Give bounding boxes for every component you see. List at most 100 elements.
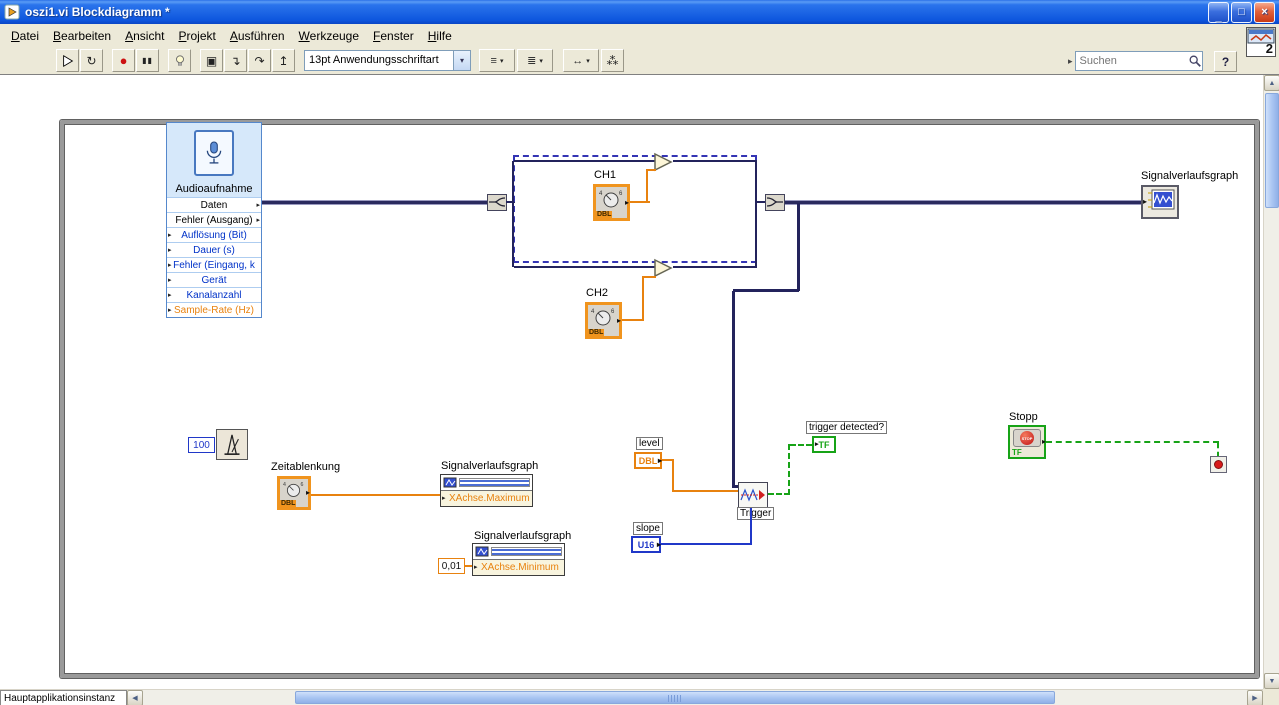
wire-struct-left[interactable] <box>512 161 514 267</box>
wire-level-b[interactable] <box>672 459 674 492</box>
scroll-up-button[interactable]: ▲ <box>1264 75 1279 91</box>
search-collapse-arrow[interactable]: ▸ <box>1068 56 1073 67</box>
vertical-scroll-thumb[interactable] <box>1265 93 1279 208</box>
distribute-objects-dropdown[interactable]: ≣ ▾ <box>517 49 553 72</box>
retain-wire-values-button[interactable]: ▣ <box>200 49 223 72</box>
menu-hilfe[interactable]: Hilfe <box>421 26 459 46</box>
audio-row-dauer[interactable]: ▸ Dauer (s) <box>167 242 261 257</box>
wire-trigdet-c[interactable] <box>790 444 812 446</box>
trigger-detected-terminal[interactable]: ▸ TF <box>812 436 836 453</box>
font-selector-caret[interactable]: ▾ <box>453 51 470 70</box>
wire-ch2-c[interactable] <box>642 276 656 278</box>
wait-ms-multiple-node[interactable] <box>216 429 248 460</box>
minimize-button[interactable]: _ <box>1208 1 1229 23</box>
pause-button[interactable]: ▮▮ <box>136 49 159 72</box>
loop-condition-terminal[interactable] <box>1210 456 1227 473</box>
split-signals-node[interactable] <box>487 194 507 211</box>
wire-ch2-b[interactable] <box>642 277 644 321</box>
run-continuous-button[interactable]: ↻ <box>80 49 103 72</box>
audio-row-fehler-ausgang[interactable]: Fehler (Ausgang) ▸ <box>167 212 261 227</box>
context-selector[interactable]: Hauptapplikationsinstanz <box>0 690 127 705</box>
wire-struct-right[interactable] <box>755 161 757 267</box>
merge-signals-node[interactable] <box>765 194 785 211</box>
property-node-xmin[interactable]: ▸ XAchse.Minimum <box>472 543 565 576</box>
audio-row-daten[interactable]: Daten ▸ <box>167 197 261 212</box>
property-xmax[interactable]: ▸ XAchse.Maximum <box>441 490 532 506</box>
cleanup-diagram-button[interactable]: ⁂ <box>601 49 624 72</box>
menu-ausfuehren[interactable]: Ausführen <box>223 26 292 46</box>
zeitablenkung-knob-terminal[interactable]: 4 6 DBL ▸ <box>277 476 311 510</box>
menu-ansicht[interactable]: Ansicht <box>118 26 171 46</box>
abort-button[interactable]: ● <box>112 49 135 72</box>
ch1-knob-terminal[interactable]: 4 6 DBL ▸ <box>593 184 630 221</box>
wire-ch1-b[interactable] <box>646 170 648 203</box>
menu-projekt[interactable]: Projekt <box>171 26 222 46</box>
vertical-scrollbar[interactable]: ▲ ▼ <box>1263 75 1279 689</box>
min-constant[interactable]: 0,01 <box>438 558 465 574</box>
trigger-express-vi[interactable] <box>738 482 768 508</box>
horizontal-scrollbar[interactable]: Hauptapplikationsinstanz ◀ ▶ <box>0 689 1263 705</box>
highlight-execution-button[interactable] <box>168 49 191 72</box>
audio-row-geraet[interactable]: ▸ Gerät <box>167 272 261 287</box>
wire-branch-v1[interactable] <box>797 203 800 291</box>
help-button[interactable]: ? <box>1214 51 1237 72</box>
ms-constant[interactable]: 100 <box>188 437 215 453</box>
wire-stop-a[interactable] <box>1046 441 1219 443</box>
wire-level-c[interactable] <box>672 490 738 492</box>
audio-row-aufloesung[interactable]: ▸ Auflösung (Bit) <box>167 227 261 242</box>
waveform-graph-terminal[interactable]: ▸ <box>1141 185 1179 219</box>
wire-branch-h1[interactable] <box>733 289 799 292</box>
resize-objects-dropdown[interactable]: ↔ ▾ <box>563 49 599 72</box>
audio-row-kanalanzahl[interactable]: ▸ Kanalanzahl <box>167 287 261 302</box>
wire-to-graph[interactable] <box>785 200 1141 205</box>
menu-werkzeuge[interactable]: Werkzeuge <box>292 26 366 46</box>
audio-row-fehler-eingang[interactable]: ▸ Fehler (Eingang, k <box>167 257 261 272</box>
wire-branch-v2[interactable] <box>732 291 735 487</box>
step-into-button[interactable]: ↴ <box>224 49 247 72</box>
wire-zeitablenkung[interactable] <box>311 494 440 496</box>
menu-bearbeiten[interactable]: Bearbeiten <box>46 26 118 46</box>
slope-terminal[interactable]: U16 ▸ <box>631 536 661 553</box>
property-xmin[interactable]: ▸ XAchse.Minimum <box>473 559 564 575</box>
align-objects-dropdown[interactable]: ≡ ▾ <box>479 49 515 72</box>
search-input[interactable] <box>1075 53 1188 69</box>
wire-min-constant[interactable] <box>465 565 472 567</box>
property-node-xmax[interactable]: ▸ XAchse.Maximum <box>440 474 533 507</box>
block-diagram-canvas[interactable]: Audioaufnahme Daten ▸ Fehler (Ausgang) ▸ ▸… <box>0 75 1263 689</box>
wire-slope-b[interactable] <box>750 508 752 545</box>
scroll-left-button[interactable]: ◀ <box>127 690 143 705</box>
menu-datei[interactable]: Datei <box>4 26 46 46</box>
menu-fenster[interactable]: Fenster <box>366 26 421 46</box>
maximize-button[interactable]: □ <box>1231 1 1252 23</box>
convert-triangle-top[interactable] <box>653 152 673 172</box>
wire-merge-in[interactable] <box>757 201 765 203</box>
level-terminal[interactable]: DBL ▸ <box>634 452 662 469</box>
font-selector[interactable]: 13pt Anwendungsschriftart ▾ <box>304 50 471 71</box>
scroll-right-button[interactable]: ▶ <box>1247 690 1263 705</box>
wire-ch2-a[interactable] <box>622 319 644 321</box>
audio-row-sample-rate[interactable]: ▸ Sample-Rate (Hz) <box>167 302 261 317</box>
convert-triangle-bottom[interactable] <box>653 258 673 278</box>
vi-icon-pane[interactable]: 2 <box>1246 27 1276 57</box>
wire-trigdet-b[interactable] <box>788 444 790 495</box>
wire-stop-b[interactable] <box>1217 443 1219 457</box>
stop-button-terminal[interactable]: STOP TF ▸ <box>1008 425 1046 459</box>
dashed-structure[interactable] <box>513 155 757 263</box>
wire-trigdet-a[interactable] <box>768 493 790 495</box>
wire-struct-bottom-b[interactable] <box>673 266 757 268</box>
titlebar[interactable]: oszi1.vi Blockdiagramm * _ □ × <box>0 0 1279 24</box>
step-out-button[interactable]: ↥ <box>272 49 295 72</box>
wire-daten[interactable] <box>262 200 488 205</box>
ch2-knob-terminal[interactable]: 4 6 DBL ▸ <box>585 302 622 339</box>
close-button[interactable]: × <box>1254 1 1275 23</box>
wire-slope-a[interactable] <box>661 543 752 545</box>
run-button[interactable] <box>56 49 79 72</box>
wire-struct-top-a[interactable] <box>514 160 655 162</box>
horizontal-scroll-thumb[interactable] <box>295 691 1055 704</box>
wire-struct-bottom-a[interactable] <box>514 266 655 268</box>
wire-struct-top-b[interactable] <box>673 160 757 162</box>
scroll-down-button[interactable]: ▼ <box>1264 673 1279 689</box>
step-over-button[interactable]: ↷ <box>248 49 271 72</box>
audio-record-express-vi[interactable]: Audioaufnahme Daten ▸ Fehler (Ausgang) ▸ ▸… <box>166 122 262 318</box>
search-box[interactable] <box>1074 51 1203 71</box>
